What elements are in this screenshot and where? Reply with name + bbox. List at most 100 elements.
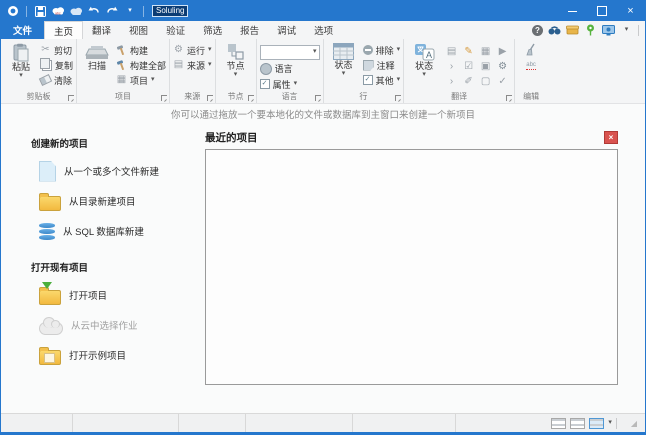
other-button[interactable]: ✓ 其他 ▾	[363, 73, 401, 87]
monitor-icon	[602, 25, 615, 36]
accept-translation-button[interactable]: ☑	[460, 59, 477, 74]
tab-view[interactable]: 视图	[120, 21, 157, 39]
properties-button[interactable]: ✓ 属性 ▾	[260, 77, 320, 91]
tab-translate[interactable]: 翻译	[83, 21, 120, 39]
clipboard-small-buttons: ✂ 剪切 复制 清除	[40, 41, 73, 91]
tab-filter[interactable]: 筛选	[194, 21, 231, 39]
package-button[interactable]	[566, 24, 579, 37]
resize-grip[interactable]: ◢	[621, 419, 637, 428]
next-untranslated-button[interactable]: ›	[443, 74, 460, 89]
copy-button[interactable]: 复制	[40, 58, 73, 72]
view-mode-dropdown[interactable]: ▾	[608, 420, 612, 426]
copy-source-button[interactable]: ▣	[477, 59, 494, 74]
language-controls: ▾ 语言 ✓ 属性 ▾	[260, 41, 320, 91]
translate-status-button[interactable]: A 状态 ▾	[407, 41, 441, 91]
undo-button[interactable]	[87, 4, 101, 18]
hint-text: 你可以通过拖放一个要本地化的文件或数据库到主窗口来创建一个新项目	[171, 107, 475, 121]
clear-button[interactable]: 清除	[40, 73, 73, 87]
spellcheck-cloud-button[interactable]: abc	[51, 4, 65, 18]
exclude-button[interactable]: 排除 ▾	[363, 43, 401, 57]
dialog-launcher-row[interactable]	[395, 95, 401, 101]
translation-memory-button[interactable]: ▤	[443, 44, 460, 59]
find-button[interactable]	[548, 24, 561, 37]
project-menu-button[interactable]: ▦ 项目 ▾	[116, 73, 166, 87]
source-menu-button[interactable]: ▤ 来源 ▾	[173, 58, 212, 72]
new-from-directory-item[interactable]: 从目录新建项目	[31, 186, 201, 216]
close-button[interactable]: ×	[616, 1, 645, 21]
view-mode-grid-button[interactable]	[551, 418, 566, 429]
redo-button[interactable]	[105, 4, 119, 18]
dialog-launcher-project[interactable]	[161, 95, 167, 101]
new-from-sql-item[interactable]: 从 SQL 数据库新建	[31, 216, 201, 246]
group-label-row: 行	[324, 91, 404, 102]
edit-translation-button[interactable]: ✎	[460, 44, 477, 59]
save-button[interactable]	[33, 4, 47, 18]
language-button[interactable]: 语言	[260, 62, 320, 76]
tab-file[interactable]: 文件	[1, 21, 44, 39]
review-button[interactable]: ✐	[460, 74, 477, 89]
maximize-button[interactable]	[587, 1, 616, 21]
build-button[interactable]: 构建	[116, 43, 166, 57]
tab-options[interactable]: 选项	[305, 21, 342, 39]
tab-home[interactable]: 主页	[44, 21, 83, 39]
screen-button[interactable]	[602, 24, 615, 37]
ribbon-group-source: ⚙ 运行 ▾ ▤ 来源 ▾ 来源	[170, 39, 216, 103]
empty-translation-button[interactable]: ▢	[477, 74, 494, 89]
next-row-button[interactable]: ›	[443, 59, 460, 74]
new-from-files-label: 从一个或多个文件新建	[64, 164, 159, 178]
edit-buttons: abc	[518, 41, 544, 91]
select-cloud-job-item[interactable]: 从云中选择作业	[31, 310, 201, 340]
view-mode-list-button[interactable]	[589, 418, 604, 429]
ribbon-options-dropdown[interactable]: ▾	[620, 24, 633, 37]
view-mode-detail-button[interactable]	[570, 418, 585, 429]
language-combobox[interactable]: ▾	[260, 45, 320, 60]
translate-settings-button[interactable]: ⚙	[494, 59, 511, 74]
build-all-label: 构建全部	[130, 59, 166, 72]
run-button[interactable]: ⚙ 运行 ▾	[173, 43, 212, 57]
node-button[interactable]: 节点 ▾	[219, 41, 253, 91]
qat-dropdown-button[interactable]: ▾	[123, 4, 137, 18]
row-small-buttons: 排除 ▾ 注释 ✓ 其他 ▾	[363, 41, 401, 91]
broom-icon	[525, 43, 537, 56]
chevron-down-icon: ▾	[151, 77, 155, 83]
svg-text:A: A	[426, 50, 432, 60]
dialog-launcher-clipboard[interactable]	[68, 95, 74, 101]
chevron-down-icon: ▾	[294, 81, 298, 87]
select-cloud-job-label: 从云中选择作业	[71, 318, 138, 332]
recent-close-button[interactable]: ×	[604, 131, 618, 144]
run-translate-button[interactable]: ▶	[494, 44, 511, 59]
open-sample-item[interactable]: 打开示例项目	[31, 340, 201, 370]
ribbon-group-project: 扫描 构建 构建全部 ▦	[77, 39, 170, 103]
dialog-launcher-source[interactable]	[207, 95, 213, 101]
tab-validate[interactable]: 验证	[157, 21, 194, 39]
cut-label: 剪切	[54, 44, 72, 57]
dialog-launcher-translate[interactable]	[506, 95, 512, 101]
mark-checked-button[interactable]: ✓	[494, 74, 511, 89]
wrench-icon: ⚙	[498, 61, 507, 72]
new-from-files-item[interactable]: 从一个或多个文件新建	[31, 156, 201, 186]
paste-button[interactable]: 粘贴 ▾	[4, 41, 38, 91]
row-status-button[interactable]: 状态 ▾	[327, 41, 361, 91]
tab-report[interactable]: 报告	[231, 21, 268, 39]
cloud-button[interactable]	[69, 4, 83, 18]
help-button[interactable]: ?	[532, 25, 543, 36]
scan-button[interactable]: 扫描	[80, 41, 114, 91]
svg-text:abc: abc	[55, 12, 61, 16]
comment-button[interactable]: 注释	[363, 58, 401, 72]
cleanup-button[interactable]	[525, 43, 537, 58]
dialog-launcher-language[interactable]	[315, 95, 321, 101]
spellcheck-button[interactable]: abc	[526, 62, 536, 70]
location-button[interactable]	[584, 24, 597, 37]
app-logo-icon[interactable]	[6, 4, 20, 18]
open-project-item[interactable]: 打开项目	[31, 280, 201, 310]
tab-debug[interactable]: 调试	[268, 21, 305, 39]
language-label: 语言	[275, 62, 293, 75]
minimize-button[interactable]	[558, 1, 587, 21]
package-translate-button[interactable]: ▦	[477, 44, 494, 59]
cut-button[interactable]: ✂ 剪切	[40, 43, 73, 57]
build-all-button[interactable]: 构建全部	[116, 58, 166, 72]
chevron-down-icon: ▾	[422, 72, 426, 78]
recent-projects-list[interactable]	[205, 149, 618, 385]
quick-access-toolbar: abc ▾	[1, 4, 188, 18]
dialog-launcher-node[interactable]	[248, 95, 254, 101]
